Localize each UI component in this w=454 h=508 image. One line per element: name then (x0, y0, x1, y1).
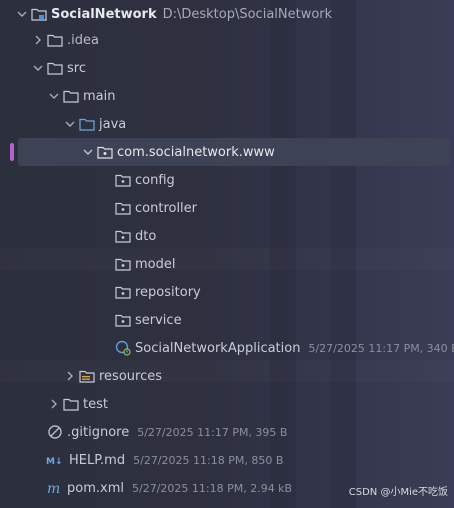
package-label: config (135, 172, 175, 188)
tree-row-src[interactable]: src (0, 54, 454, 82)
gitignore-icon (46, 423, 64, 441)
chevron-right-icon[interactable] (30, 32, 46, 48)
package-icon (114, 255, 132, 273)
chevron-down-icon[interactable] (30, 60, 46, 76)
chevron-right-icon[interactable] (46, 396, 62, 412)
file-label: .gitignore (67, 424, 130, 440)
file-label: pom.xml (67, 480, 124, 496)
tree-row-package-model[interactable]: model (0, 250, 454, 278)
markdown-icon: M↓ (46, 451, 66, 469)
tree-row-package-service[interactable]: service (0, 306, 454, 334)
source-folder-icon (78, 115, 96, 133)
maven-icon: m (46, 479, 64, 497)
tree-row-resources[interactable]: resources (0, 362, 454, 390)
svg-text:m: m (47, 481, 60, 495)
tree-row-package-repository[interactable]: repository (0, 278, 454, 306)
watermark: CSDN @小Mie不吃饭 (348, 487, 448, 498)
tree-row-project-root[interactable]: SocialNetwork D:\Desktop\SocialNetwork (0, 0, 454, 28)
folder-label: src (67, 60, 86, 76)
project-path: D:\Desktop\SocialNetwork (162, 6, 333, 22)
tree-row-file[interactable]: .gitignore 5/27/2025 11:17 PM, 395 B (0, 418, 454, 446)
chevron-right-icon[interactable] (62, 368, 78, 384)
folder-icon (46, 59, 64, 77)
folder-label: .idea (67, 32, 99, 48)
folder-icon (62, 87, 80, 105)
module-folder-icon (30, 5, 48, 23)
folder-label: test (83, 396, 108, 412)
chevron-down-icon[interactable] (14, 6, 30, 22)
package-icon (114, 283, 132, 301)
package-label: controller (135, 200, 198, 216)
class-label: SocialNetworkApplication (135, 340, 301, 356)
package-icon (114, 199, 132, 217)
package-label: model (135, 256, 176, 272)
package-label: service (135, 312, 182, 328)
package-icon (114, 311, 132, 329)
project-name: SocialNetwork (51, 6, 157, 22)
file-label: HELP.md (69, 452, 126, 468)
package-icon (114, 227, 132, 245)
tree-row-java[interactable]: java (0, 110, 454, 138)
tree-row-package-selected[interactable]: com.socialnetwork.www (18, 138, 450, 166)
package-label: dto (135, 228, 157, 244)
package-icon (114, 171, 132, 189)
svg-text:M↓: M↓ (46, 457, 63, 466)
spring-boot-class-icon (114, 339, 132, 357)
chevron-down-icon[interactable] (46, 88, 62, 104)
folder-label: resources (99, 368, 163, 384)
file-meta: 5/27/2025 11:18 PM, 2.94 kB (131, 481, 293, 495)
chevron-down-icon[interactable] (80, 144, 96, 160)
folder-icon (62, 395, 80, 413)
file-meta: 5/27/2025 11:17 PM, 395 B (137, 425, 288, 439)
file-meta: 5/27/2025 11:17 PM, 340 B (308, 341, 454, 355)
folder-label: java (99, 116, 127, 132)
project-tool-window: SocialNetwork D:\Desktop\SocialNetwork .… (0, 0, 454, 508)
chevron-down-icon[interactable] (62, 116, 78, 132)
package-label: com.socialnetwork.www (117, 144, 275, 160)
tree-row-file[interactable]: M↓ HELP.md 5/27/2025 11:18 PM, 850 B (0, 446, 454, 474)
tree-row-test[interactable]: test (0, 390, 454, 418)
tree-row-idea[interactable]: .idea (0, 26, 454, 54)
folder-label: main (83, 88, 116, 104)
tree-row-app-class[interactable]: SocialNetworkApplication 5/27/2025 11:17… (0, 334, 454, 362)
resources-folder-icon (78, 367, 96, 385)
tree-row-package-config[interactable]: config (0, 166, 454, 194)
folder-icon (46, 31, 64, 49)
tree-row-package-dto[interactable]: dto (0, 222, 454, 250)
tree-row-main[interactable]: main (0, 82, 454, 110)
tree-row-package-controller[interactable]: controller (0, 194, 454, 222)
package-label: repository (135, 284, 201, 300)
selection-marker (10, 143, 14, 161)
file-meta: 5/27/2025 11:18 PM, 850 B (133, 453, 284, 467)
package-icon (96, 143, 114, 161)
